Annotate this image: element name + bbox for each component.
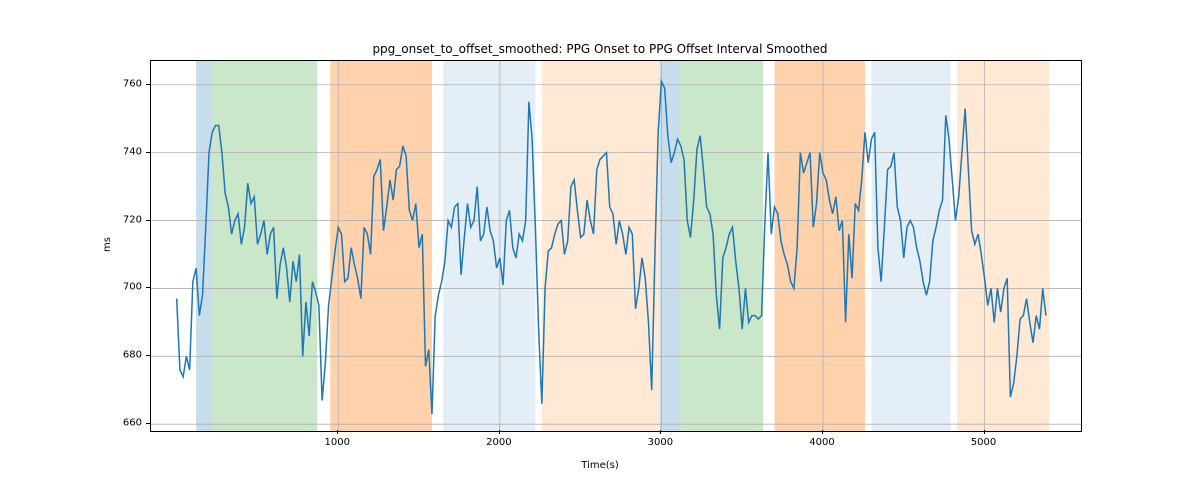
y-tick-mark <box>146 152 150 153</box>
y-tick-label: 660 <box>112 418 142 429</box>
y-tick-mark <box>146 220 150 221</box>
x-tick-mark <box>337 430 338 434</box>
highlight-span <box>212 61 317 431</box>
x-axis-label: Time(s) <box>0 460 1200 471</box>
x-tick-mark <box>822 430 823 434</box>
highlight-span <box>443 61 535 431</box>
y-tick-label: 700 <box>112 282 142 293</box>
highlight-span <box>957 61 1049 431</box>
plot-area <box>150 60 1082 432</box>
highlight-span <box>542 61 660 431</box>
chart-title: ppg_onset_to_offset_smoothed: PPG Onset … <box>0 42 1200 56</box>
y-tick-label: 740 <box>112 146 142 157</box>
highlight-span <box>330 61 432 431</box>
plot-svg <box>151 61 1081 431</box>
y-tick-mark <box>146 423 150 424</box>
x-tick-mark <box>660 430 661 434</box>
x-tick-label: 5000 <box>971 437 996 448</box>
y-tick-mark <box>146 84 150 85</box>
x-tick-mark <box>984 430 985 434</box>
x-tick-mark <box>499 430 500 434</box>
y-axis-label: ms <box>102 237 113 252</box>
highlight-span <box>660 61 679 431</box>
x-tick-label: 1000 <box>325 437 350 448</box>
y-tick-mark <box>146 355 150 356</box>
y-tick-label: 720 <box>112 214 142 225</box>
x-tick-label: 2000 <box>486 437 511 448</box>
highlight-span <box>679 61 763 431</box>
x-tick-label: 3000 <box>648 437 673 448</box>
chart-figure: ppg_onset_to_offset_smoothed: PPG Onset … <box>0 0 1200 500</box>
y-tick-mark <box>146 287 150 288</box>
x-tick-label: 4000 <box>809 437 834 448</box>
y-tick-label: 760 <box>112 78 142 89</box>
y-tick-label: 680 <box>112 350 142 361</box>
highlight-span <box>775 61 865 431</box>
